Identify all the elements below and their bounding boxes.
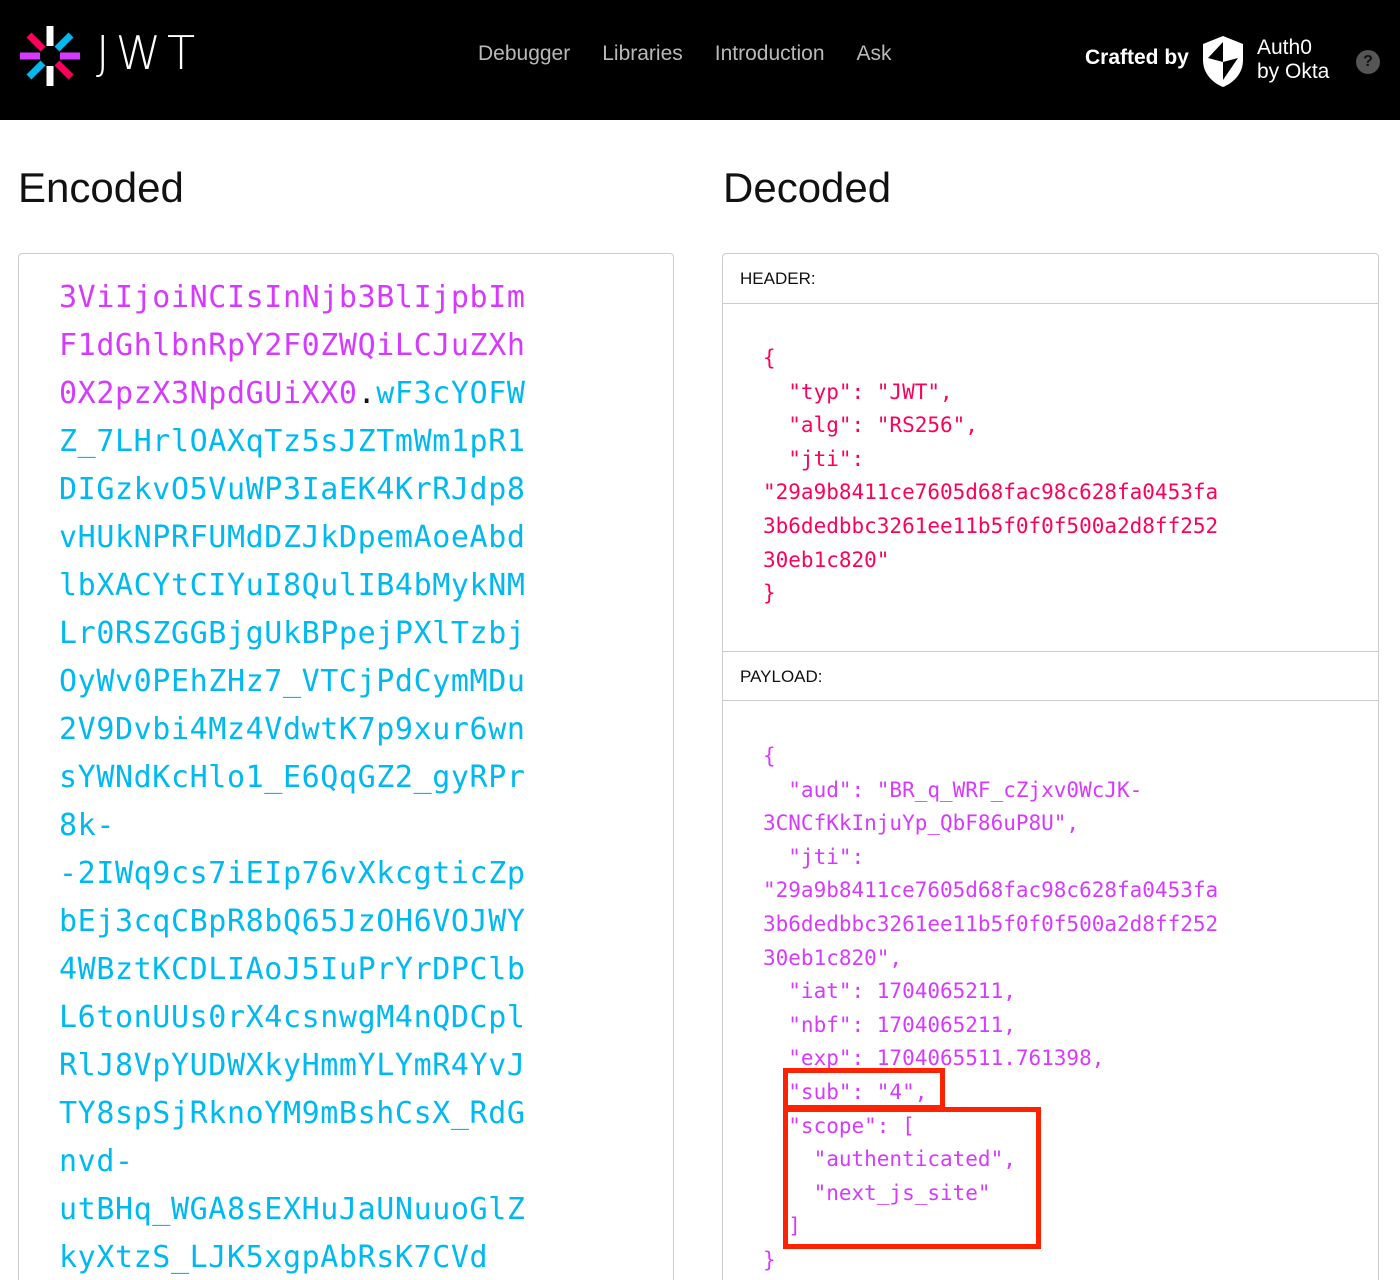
token-signature-line: nvd- <box>59 1144 134 1179</box>
auth0-line2: by Okta <box>1257 60 1330 83</box>
decoded-title: Decoded <box>723 164 892 211</box>
auth0-line1: Auth0 <box>1257 36 1312 59</box>
encoded-title: Encoded <box>18 164 184 211</box>
sub-claim-highlight <box>783 1068 945 1110</box>
token-signature-line: kyXtzS_LJK5xgpAbRsK7CVd <box>59 1240 489 1275</box>
token-signature-line: Lr0RSZGGBjgUkBPpejPXlTzbj <box>59 616 526 651</box>
payload-section-label: PAYLOAD: <box>723 651 1378 701</box>
top-navbar: JWT Debugger Libraries Introduction Ask … <box>0 0 1400 120</box>
token-signature-line: vHUkNPRFUMdDZJkDpemAoeAbd <box>59 520 526 555</box>
token-signature-line: TY8spSjRknoYM9mBshCsX_RdG <box>59 1096 526 1131</box>
nav-libraries[interactable]: Libraries <box>602 42 683 66</box>
token-signature-line: sYWNdKcHlo1_E6QqGZ2_gyRPr <box>59 760 526 795</box>
token-signature-line: Z_7LHrlOAXqTz5sJZTmWm1pR1 <box>59 424 526 459</box>
token-signature-line: 2V9Dvbi4Mz4VdwtK7p9xur6wn <box>59 712 526 747</box>
token-signature-line: OyWv0PEhZHz7_VTCjPdCymMDu <box>59 664 526 699</box>
token-signature-line: bEj3cqCBpR8bQ65JzOH6VOJWY <box>59 904 526 939</box>
token-separator-dot: . <box>357 376 377 411</box>
encoded-token-text[interactable]: 3ViIjoiNCIsInNjb3BlIjpbIm F1dGhlbnRpY2F0… <box>59 274 579 1280</box>
nav-debugger[interactable]: Debugger <box>478 42 570 66</box>
token-signature-line: -2IWq9cs7iEIp76vXkcgticZp <box>59 856 526 891</box>
main-nav: Debugger Libraries Introduction Ask <box>478 42 892 66</box>
logo-wordmark[interactable]: JWT <box>96 26 201 80</box>
token-payload-line: 3ViIjoiNCIsInNjb3BlIjpbIm <box>59 280 526 315</box>
token-signature-line: 4WBztKCDLIAoJ5IuPrYrDPClb <box>59 952 526 987</box>
scope-claim-highlight <box>783 1107 1041 1249</box>
token-signature-line: DIGzkvO5VuWP3IaEK4KrRJdp8 <box>59 472 526 507</box>
auth0-shield-icon[interactable] <box>1200 34 1246 88</box>
token-payload-line: F1dGhlbnRpY2F0ZWQiLCJuZXh <box>59 328 526 363</box>
header-section-label: HEADER: <box>723 254 1378 304</box>
token-signature-line: RlJ8VpYUDWXkyHmmYLYmR4YvJ <box>59 1048 526 1083</box>
nav-introduction[interactable]: Introduction <box>715 42 825 66</box>
crafted-by-label: Crafted by <box>1085 46 1189 69</box>
encoded-token-panel[interactable]: 3ViIjoiNCIsInNjb3BlIjpbIm F1dGhlbnRpY2F0… <box>18 253 674 1280</box>
nav-ask[interactable]: Ask <box>857 42 892 66</box>
help-icon[interactable]: ? <box>1356 50 1380 74</box>
auth0-link[interactable]: Auth0 by Okta <box>1257 36 1329 84</box>
header-json[interactable]: { "typ": "JWT", "alg": "RS256", "jti": "… <box>763 342 1218 611</box>
token-signature-line: 8k- <box>59 808 115 843</box>
token-payload-line: 0X2pzX3NpdGUiXX0 <box>59 376 358 411</box>
jwt-logo-icon[interactable] <box>18 24 82 88</box>
token-signature-line: lbXACYtCIYuI8QulIB4bMykNM <box>59 568 526 603</box>
token-signature-line: wF3cYOFW <box>376 376 526 411</box>
token-signature-line: L6tonUUs0rX4csnwgM4nQDCpl <box>59 1000 526 1035</box>
token-signature-line: utBHq_WGA8sEXHuJaUNuuoGlZ <box>59 1192 526 1227</box>
